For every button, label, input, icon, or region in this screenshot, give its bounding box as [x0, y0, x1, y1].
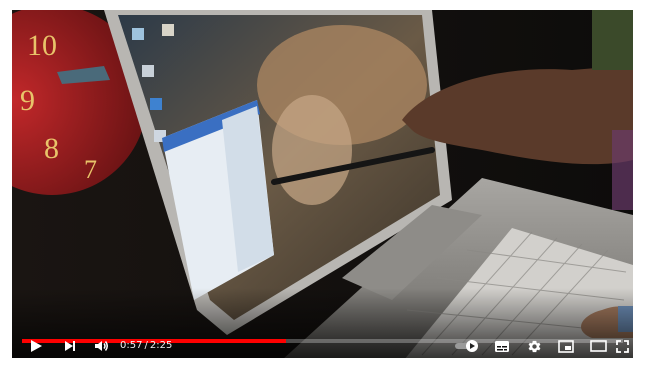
theater-mode-icon: [589, 340, 607, 352]
play-icon: [31, 340, 42, 352]
video-player[interactable]: 10 9 8 7 0:57 / 2:25: [12, 10, 633, 358]
miniplayer-button[interactable]: [554, 334, 578, 358]
autoplay-toggle-icon: [455, 340, 478, 352]
volume-icon: [95, 341, 108, 351]
fullscreen-button[interactable]: [612, 334, 632, 358]
play-button[interactable]: [24, 334, 48, 358]
svg-text:10: 10: [27, 29, 57, 62]
current-time: 0:57: [120, 340, 143, 351]
theater-mode-button[interactable]: [586, 334, 610, 358]
next-icon: [65, 341, 75, 351]
svg-text:9: 9: [20, 84, 35, 117]
miniplayer-icon: [558, 339, 574, 353]
volume-button[interactable]: [90, 334, 114, 358]
subtitles-button[interactable]: [490, 334, 514, 358]
control-bar: 0:57/2:25: [12, 334, 633, 358]
autoplay-toggle[interactable]: [452, 334, 482, 358]
time-display: 0:57/2:25: [120, 334, 172, 358]
settings-button[interactable]: [522, 334, 546, 358]
time-separator: /: [144, 340, 148, 351]
fullscreen-icon: [615, 339, 629, 353]
duration: 2:25: [149, 340, 173, 351]
subtitles-icon: [495, 340, 509, 352]
next-button[interactable]: [58, 334, 82, 358]
svg-text:7: 7: [84, 155, 97, 184]
svg-text:8: 8: [44, 132, 59, 165]
gear-icon: [528, 340, 540, 352]
